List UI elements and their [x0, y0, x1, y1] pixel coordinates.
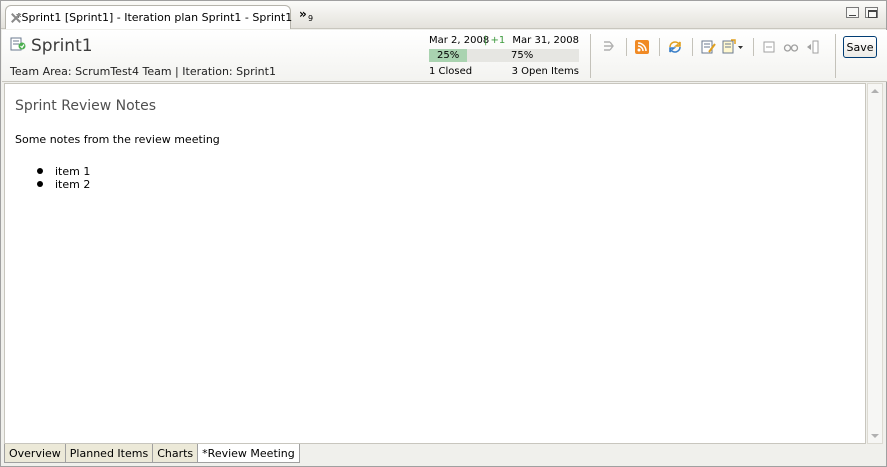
editor-tab[interactable]: *Sprint1 [Sprint1] - Iteration plan Spri…: [5, 5, 293, 29]
team-iteration-line: Team Area: ScrumTest4 Team | Iteration: …: [10, 65, 276, 78]
tab-overview[interactable]: Overview: [4, 444, 66, 463]
panel-icon[interactable]: [803, 37, 823, 57]
scroll-down-button[interactable]: [868, 429, 882, 443]
plan-header: Sprint1 Team Area: ScrumTest4 Team | Ite…: [2, 30, 887, 82]
tab-overflow-count: 9: [308, 14, 314, 23]
branch-icon[interactable]: [599, 37, 619, 57]
date-delta: | +1: [484, 35, 506, 46]
toolbar-separator: [692, 38, 693, 56]
progress-right-label: 75%: [511, 50, 534, 61]
vertical-scrollbar[interactable]: [867, 83, 883, 444]
review-notes-editor[interactable]: Sprint Review Notes Some notes from the …: [4, 83, 866, 444]
editor-tab-bar: *Sprint1 [Sprint1] - Iteration plan Spri…: [1, 1, 886, 29]
arrow-down-icon: [871, 434, 879, 438]
progress-left-label: 25%: [437, 50, 460, 61]
plan-toolbar: [599, 36, 825, 58]
header-separator: [835, 34, 836, 78]
tab-charts[interactable]: Charts: [153, 444, 199, 463]
refresh-icon[interactable]: [665, 37, 685, 57]
list-item: item 1: [37, 165, 90, 178]
start-date: Mar 2, 2008: [429, 35, 490, 46]
section-title: Sprint Review Notes: [15, 98, 157, 114]
tab-overflow-chevron-icon[interactable]: »: [299, 7, 307, 21]
collapse-icon[interactable]: [759, 37, 779, 57]
toolbar-separator: [659, 38, 660, 56]
edit-icon[interactable]: [698, 37, 718, 57]
iteration-plan-icon: [10, 37, 26, 51]
toolbar-separator: [753, 38, 754, 56]
notes-text: Some notes from the review meeting: [15, 133, 220, 146]
progress-bar: 25% 75%: [429, 49, 579, 62]
editor-page-tabs: Overview Planned Items Charts *Review Me…: [4, 444, 300, 463]
save-button[interactable]: Save: [843, 36, 877, 58]
glasses-icon[interactable]: [781, 37, 801, 57]
scroll-up-button[interactable]: [868, 84, 882, 98]
list-item: item 2: [37, 178, 90, 191]
toolbar-separator: [626, 38, 627, 56]
tab-planned-items[interactable]: Planned Items: [65, 444, 154, 463]
window-controls: [846, 7, 878, 18]
header-separator: [590, 34, 591, 78]
closed-count: 1 Closed: [429, 66, 473, 77]
note-dropdown-icon[interactable]: [720, 37, 746, 57]
end-date: Mar 31, 2008: [512, 35, 579, 46]
feed-icon[interactable]: [632, 37, 652, 57]
minimize-button[interactable]: [846, 7, 859, 18]
open-items-count: 3 Open Items: [511, 66, 579, 77]
tab-review-meeting[interactable]: *Review Meeting: [198, 444, 300, 463]
editor-window: *Sprint1 [Sprint1] - Iteration plan Spri…: [0, 0, 887, 467]
notes-list: item 1 item 2: [37, 165, 90, 191]
editor-tab-title: *Sprint1 [Sprint1] - Iteration plan Spri…: [16, 11, 293, 24]
arrow-up-icon: [871, 89, 879, 93]
iteration-progress: Mar 2, 2008 | +1 Mar 31, 2008 25% 75% 1 …: [429, 35, 581, 79]
maximize-button[interactable]: [865, 7, 878, 18]
page-title: Sprint1: [31, 36, 93, 56]
